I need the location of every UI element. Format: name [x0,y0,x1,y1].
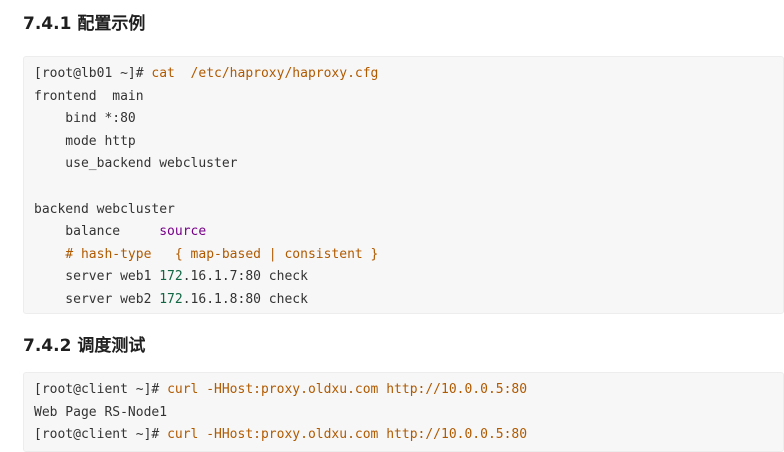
keyword-token: source [159,224,207,240]
command-token: curl -HHost:proxy.oldxu.com http://10.0.… [167,427,528,443]
code-line: [root@lb01 ~]# cat /etc/haproxy/haproxy.… [34,63,783,86]
command-token: curl -HHost:proxy.oldxu.com http://10.0.… [167,382,528,397]
code-line: bind *:80 [34,108,783,131]
code-block-curl-test: [root@client ~]# curl -HHost:proxy.oldxu… [23,372,784,452]
text-token: frontend main [34,88,144,104]
section-heading-config-example: 7.4.1 配置示例 [23,14,146,34]
text-token: bind *:80 [34,111,136,127]
code-line: frontend main [34,86,783,109]
text-token: [root@client ~]# [34,427,168,443]
code-line: backend webcluster [34,199,783,222]
code-line: [root@client ~]# curl -HHost:proxy.oldxu… [34,379,783,402]
code-line: Web Page RS-Node1 [34,402,783,425]
number-token: 172 [159,269,183,285]
section-heading-scheduling-test: 7.4.2 调度测试 [23,336,146,356]
text-token: backend webcluster [34,201,175,217]
code-line: [root@client ~]# curl -HHost:proxy.oldxu… [34,424,783,447]
text-token: [root@client ~]# [34,382,168,397]
comment-token: # hash-type { map-based | consistent } [65,246,379,262]
text-token: use_backend webcluster [34,156,238,172]
code-block-haproxy-config: [root@lb01 ~]# cat /etc/haproxy/haproxy.… [23,56,784,314]
code-line: use_backend webcluster [34,153,783,176]
text-token: balance [34,224,160,240]
text-token: .16.1.7:80 check [182,269,308,285]
code-line: server web1 172.16.1.7:80 check [34,266,783,289]
text-token: server web2 [34,291,160,307]
code-line: # hash-type { map-based | consistent } [34,244,783,267]
code-line: mode http [34,131,783,154]
number-token: 172 [159,291,183,307]
text-token: [root@lb01 ~]# [34,66,152,81]
text-token: .16.1.8:80 check [182,291,308,307]
text-token: mode http [34,133,136,149]
text-token: server web1 [34,269,160,285]
command-token: cat /etc/haproxy/haproxy.cfg [151,66,379,81]
code-line: server web2 172.16.1.8:80 check [34,289,783,312]
code-line: balance source [34,221,783,244]
text-token: Web Page RS-Node1 [34,404,168,420]
